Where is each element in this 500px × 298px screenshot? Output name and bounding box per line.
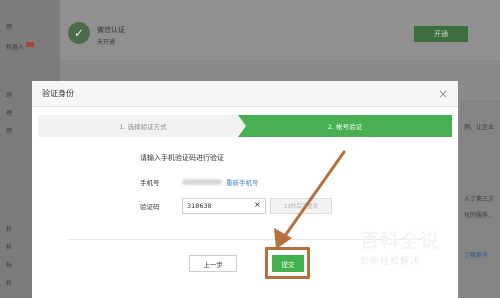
sidebar-item: 机器人 bbox=[6, 42, 35, 52]
phone-value: 重新手机号 bbox=[182, 177, 259, 187]
rebind-phone-link[interactable]: 重新手机号 bbox=[226, 177, 259, 187]
activate-button[interactable]: 开通 bbox=[414, 26, 468, 42]
right-text: 化的服务， bbox=[464, 212, 495, 219]
background-right-panel: 例，让企业 人了第三方 化的服务， 了解更多 bbox=[460, 100, 500, 298]
sidebar-item: 析 bbox=[6, 226, 13, 233]
watermark-subtitle: 助你轻松解决 bbox=[360, 257, 421, 267]
instruction-text: 请输入手机验证码进行验证 bbox=[140, 154, 224, 162]
sidebar-item: 理 bbox=[6, 128, 13, 135]
account-status: 未开通 bbox=[97, 39, 116, 46]
step-account-verify: 2. 帐号验证 bbox=[238, 115, 452, 137]
step-indicator: 1. 选择验证方式 2. 帐号验证 bbox=[38, 115, 452, 137]
step-select-method: 1. 选择验证方式 bbox=[38, 115, 248, 137]
previous-step-button[interactable]: 上一步 bbox=[189, 255, 237, 272]
right-link[interactable]: 了解更多 bbox=[464, 250, 488, 259]
sidebar-item: 析 bbox=[6, 244, 13, 251]
verification-code-value: 318638 bbox=[187, 202, 212, 210]
dialog-title: 验证身份 bbox=[42, 89, 74, 98]
check-circle-icon: ✓ bbox=[68, 22, 90, 44]
phone-label: 手机号 bbox=[140, 179, 160, 187]
clear-icon[interactable]: × bbox=[254, 200, 261, 209]
right-text: 人了第三方 bbox=[464, 196, 495, 203]
code-label: 验证码 bbox=[140, 203, 160, 211]
sidebar-item: 理 bbox=[6, 92, 13, 99]
sidebar-item: 理 bbox=[6, 24, 13, 31]
sidebar-item: 理 bbox=[6, 110, 13, 117]
masked-phone-number bbox=[182, 179, 222, 185]
account-title: 微信认证 bbox=[97, 26, 125, 34]
right-text: 例，让企业 bbox=[464, 124, 495, 131]
sidebar-item: 析 bbox=[6, 280, 13, 287]
submit-highlight-box bbox=[265, 247, 310, 279]
close-icon[interactable]: × bbox=[438, 87, 448, 101]
watermark-title: 百科全说 bbox=[360, 230, 441, 252]
new-badge bbox=[26, 42, 35, 47]
dialog-header: 验证身份 × bbox=[32, 81, 458, 107]
watermark: 百科全说 助你轻松解决 bbox=[360, 226, 440, 267]
sidebar-item: 析 bbox=[6, 262, 13, 269]
resend-code-button: 13秒后可重发 bbox=[270, 198, 332, 214]
